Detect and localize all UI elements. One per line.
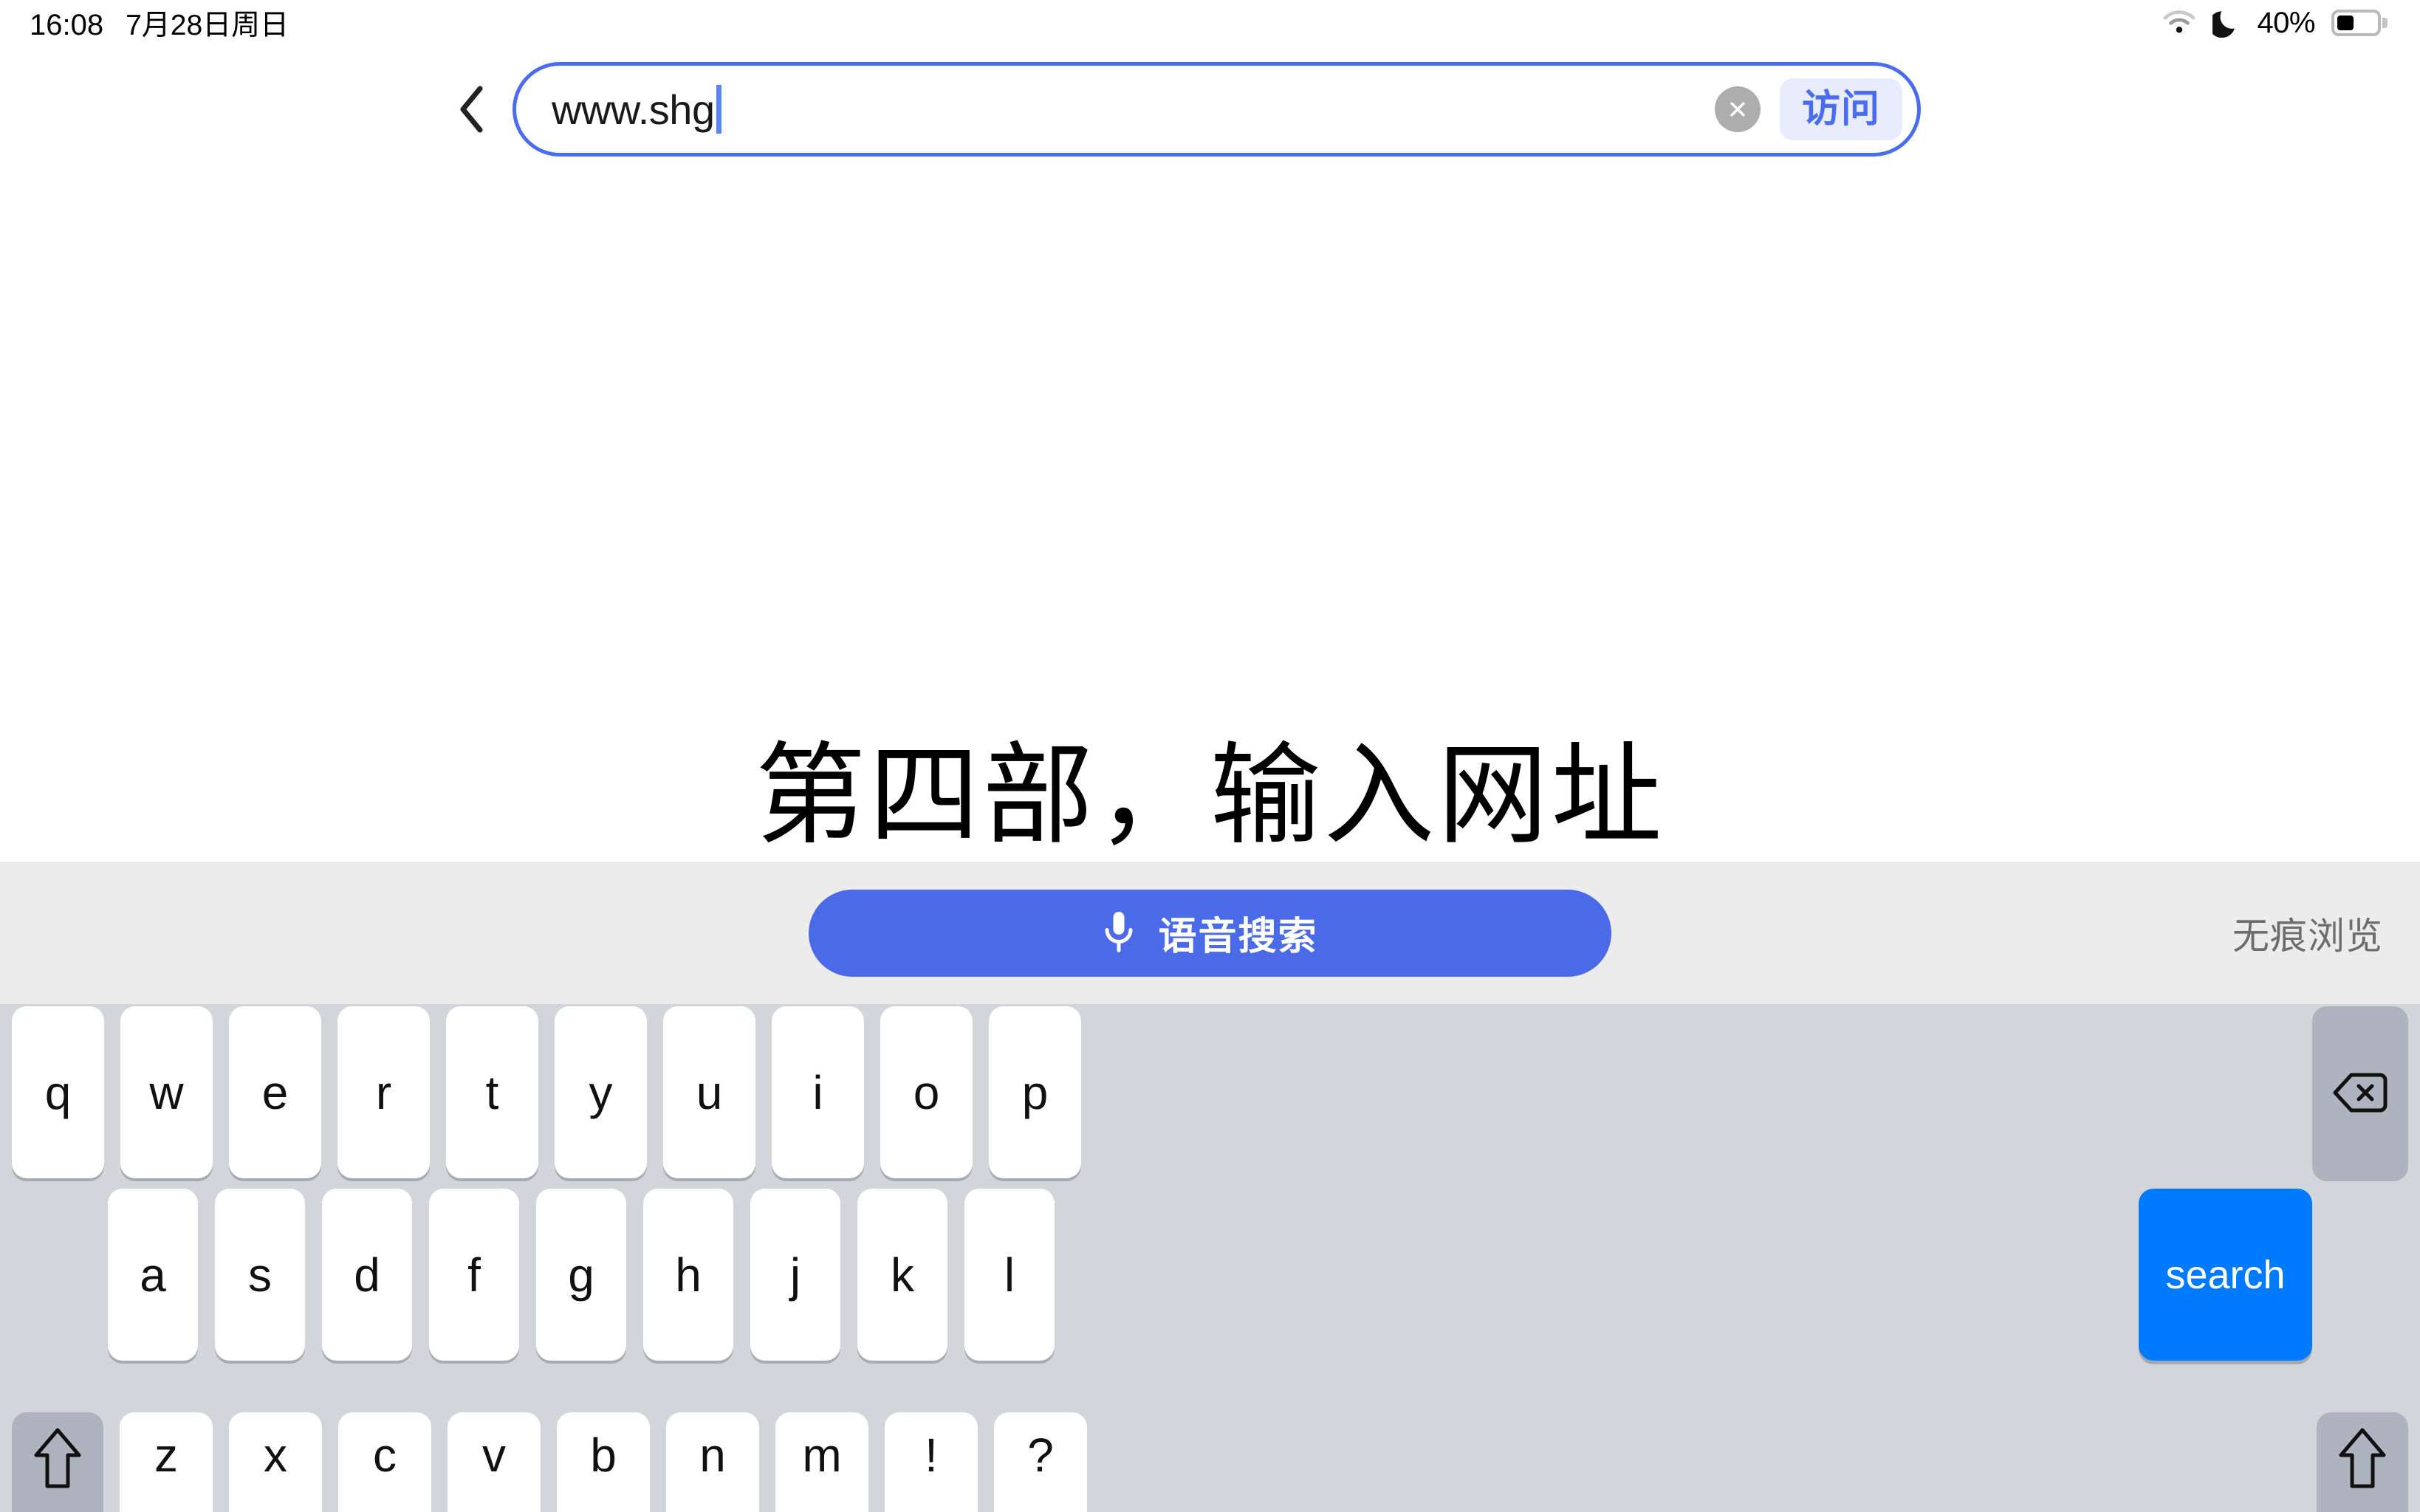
key-m[interactable]: m (775, 1412, 868, 1512)
keyboard-row-1: q w e r t y u i o p (0, 1006, 2420, 1178)
text-cursor (716, 85, 721, 134)
on-screen-keyboard: q w e r t y u i o p a s d f g h j k l se… (0, 1004, 2420, 1512)
chevron-left-icon (460, 86, 483, 133)
key-r[interactable]: r (337, 1006, 430, 1178)
status-bar-right: 40% (2162, 7, 2388, 40)
do-not-disturb-moon-icon (2212, 8, 2241, 38)
wifi-icon (2162, 10, 2196, 35)
clear-input-button[interactable] (1714, 86, 1761, 132)
key-q[interactable]: q (12, 1006, 104, 1178)
page-headline: 第四部，输入网址 (755, 733, 1665, 857)
shift-icon (34, 1428, 81, 1488)
keyboard-row-3: z x c v b n m ! ? (0, 1412, 2420, 1512)
key-j[interactable]: j (750, 1189, 840, 1361)
shift-key-right[interactable] (2317, 1412, 2408, 1512)
key-b[interactable]: b (557, 1412, 650, 1512)
url-text-wrap: www.shg (552, 85, 1715, 134)
search-key[interactable]: search (2139, 1189, 2312, 1361)
key-z[interactable]: z (120, 1412, 213, 1512)
key-w[interactable]: w (120, 1006, 213, 1178)
keyboard-row-2: a s d f g h j k l search (0, 1189, 2420, 1361)
battery-percent: 40% (2257, 6, 2315, 39)
key-g[interactable]: g (536, 1189, 626, 1361)
status-date: 7月28日周日 (126, 10, 289, 41)
key-i[interactable]: i (772, 1006, 864, 1178)
key-p[interactable]: p (989, 1006, 1081, 1178)
row3-spacer (1103, 1412, 2300, 1512)
key-o[interactable]: o (880, 1006, 973, 1178)
row2-spacer (1072, 1189, 2122, 1361)
incognito-browsing-button[interactable]: 无痕浏览 (2232, 907, 2383, 960)
key-x[interactable]: x (229, 1412, 322, 1512)
key-f[interactable]: f (429, 1189, 519, 1361)
key-v[interactable]: v (448, 1412, 541, 1512)
key-k[interactable]: k (857, 1189, 947, 1361)
back-button[interactable] (436, 69, 507, 150)
key-u[interactable]: u (663, 1006, 755, 1178)
visit-button[interactable]: 访问 (1779, 78, 1902, 140)
page-content: 第四部，输入网址 (0, 158, 2420, 862)
shift-key-left[interactable] (12, 1412, 103, 1512)
address-bar-row: www.shg 访问 (0, 61, 2420, 158)
url-input-value: www.shg (552, 86, 715, 133)
key-s[interactable]: s (215, 1189, 305, 1361)
key-d[interactable]: d (322, 1189, 412, 1361)
status-bar-left: 16:08 7月28日周日 (30, 2, 289, 44)
key-n[interactable]: n (666, 1412, 759, 1512)
key-y[interactable]: y (555, 1006, 647, 1178)
backspace-icon (2333, 1073, 2388, 1112)
voice-search-label: 语音搜索 (1158, 915, 1318, 958)
status-bar: 16:08 7月28日周日 40% (0, 0, 2420, 46)
shift-icon (2339, 1428, 2386, 1488)
key-a[interactable]: a (108, 1189, 198, 1361)
visit-button-label: 访问 (1801, 88, 1880, 131)
key-c[interactable]: c (338, 1412, 431, 1512)
key-l[interactable]: l (964, 1189, 1055, 1361)
voice-search-toolbar: 语音搜索 无痕浏览 (0, 862, 2420, 1004)
battery-icon (2331, 9, 2388, 37)
microphone-icon (1105, 911, 1133, 952)
backspace-key[interactable] (2312, 1006, 2408, 1178)
voice-search-button[interactable]: 语音搜索 (809, 889, 1611, 977)
key-question[interactable]: ? (994, 1412, 1087, 1512)
row1-spacer (1097, 1006, 2296, 1178)
key-h[interactable]: h (643, 1189, 733, 1361)
browser-screen: 16:08 7月28日周日 40% www.shg 访问 第四部，输入网址 语音… (0, 0, 2420, 1512)
close-icon (1730, 102, 1745, 117)
key-exclamation[interactable]: ! (885, 1412, 978, 1512)
key-e[interactable]: e (229, 1006, 321, 1178)
key-t[interactable]: t (446, 1006, 538, 1178)
status-time: 16:08 (30, 9, 104, 41)
url-input-field[interactable]: www.shg 访问 (513, 62, 1921, 157)
